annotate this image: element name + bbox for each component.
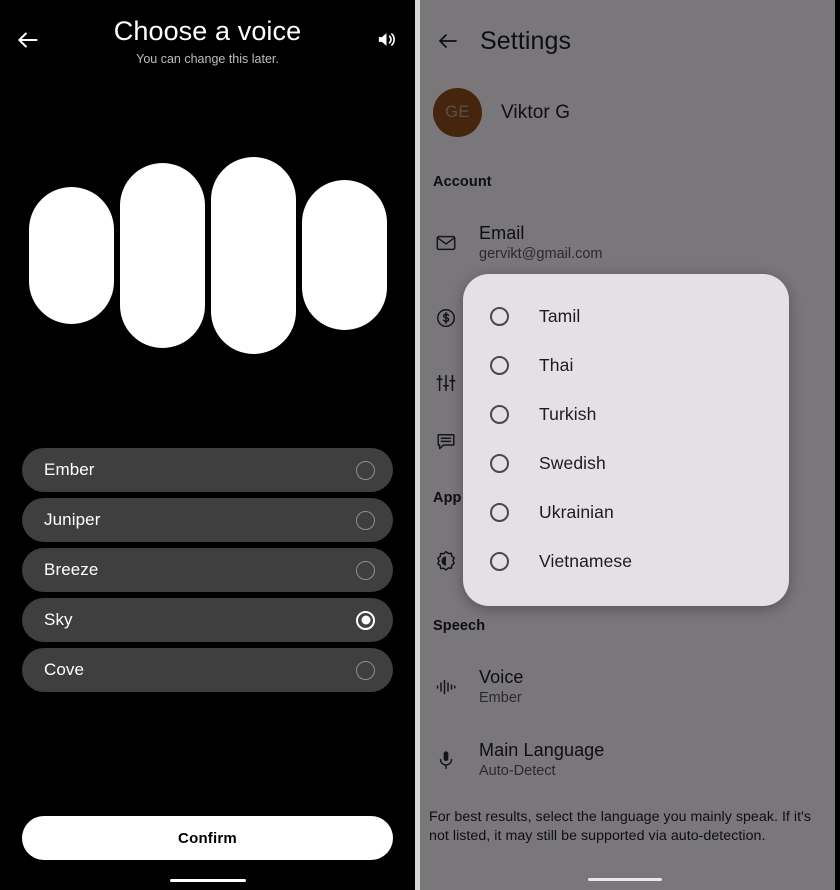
- page-title: Choose a voice: [113, 16, 302, 46]
- language-option-label: Thai: [539, 355, 574, 375]
- language-option-swedish[interactable]: Swedish: [463, 439, 789, 488]
- language-option-turkish[interactable]: Turkish: [463, 390, 789, 439]
- voice-waveform: [0, 155, 415, 355]
- radio-button[interactable]: [490, 552, 509, 571]
- radio-button[interactable]: [490, 405, 509, 424]
- radio-button[interactable]: [490, 503, 509, 522]
- language-picker-dialog: Tamil Thai Turkish Swedish Ukrainian Vie…: [463, 274, 789, 606]
- radio-button[interactable]: [356, 510, 375, 530]
- voice-option-label: Cove: [44, 660, 85, 679]
- settings-panel: Settings GE Viktor G Account Email gervi…: [415, 0, 835, 890]
- language-option-label: Vietnamese: [539, 551, 633, 571]
- voice-option-cove[interactable]: Cove: [22, 648, 393, 692]
- voice-option-label: Ember: [44, 460, 95, 479]
- voice-option-list: Ember Juniper Breeze Sky Cove: [22, 448, 393, 698]
- radio-button[interactable]: [490, 307, 509, 326]
- language-option-label: Turkish: [539, 404, 597, 424]
- radio-button[interactable]: [490, 454, 509, 473]
- volume-up-icon[interactable]: [369, 22, 403, 56]
- waveform-bar: [210, 156, 296, 354]
- voice-option-breeze[interactable]: Breeze: [22, 548, 393, 592]
- waveform-bar: [119, 162, 205, 348]
- radio-button[interactable]: [490, 356, 509, 375]
- voice-option-label: Juniper: [44, 510, 101, 529]
- voice-option-sky[interactable]: Sky: [22, 598, 393, 642]
- language-option-label: Tamil: [539, 306, 581, 326]
- waveform-bar: [301, 180, 387, 330]
- voice-title-block: Choose a voice You can change this later…: [0, 14, 415, 67]
- waveform-bar: [28, 186, 114, 324]
- home-indicator: [588, 877, 662, 881]
- radio-button[interactable]: [356, 560, 375, 580]
- page-subtitle: You can change this later.: [136, 52, 279, 66]
- panel-divider: [415, 0, 420, 890]
- dual-panel-screen: Choose a voice You can change this later…: [0, 0, 840, 890]
- home-indicator: [169, 878, 246, 882]
- voice-option-label: Sky: [44, 610, 73, 629]
- language-option-thai[interactable]: Thai: [463, 341, 789, 390]
- voice-option-label: Breeze: [44, 560, 99, 579]
- language-option-label: Swedish: [539, 453, 606, 473]
- language-option-label: Ukrainian: [539, 502, 614, 522]
- confirm-button[interactable]: Confirm: [22, 816, 393, 860]
- language-option-tamil[interactable]: Tamil: [463, 292, 789, 341]
- voice-screen-header: Choose a voice You can change this later…: [0, 0, 415, 78]
- radio-button-selected[interactable]: [356, 610, 375, 630]
- language-option-ukrainian[interactable]: Ukrainian: [463, 488, 789, 537]
- choose-voice-panel: Choose a voice You can change this later…: [0, 0, 415, 890]
- radio-button[interactable]: [356, 460, 375, 480]
- voice-option-juniper[interactable]: Juniper: [22, 498, 393, 542]
- voice-option-ember[interactable]: Ember: [22, 448, 393, 492]
- language-option-vietnamese[interactable]: Vietnamese: [463, 537, 789, 586]
- radio-button[interactable]: [356, 660, 375, 680]
